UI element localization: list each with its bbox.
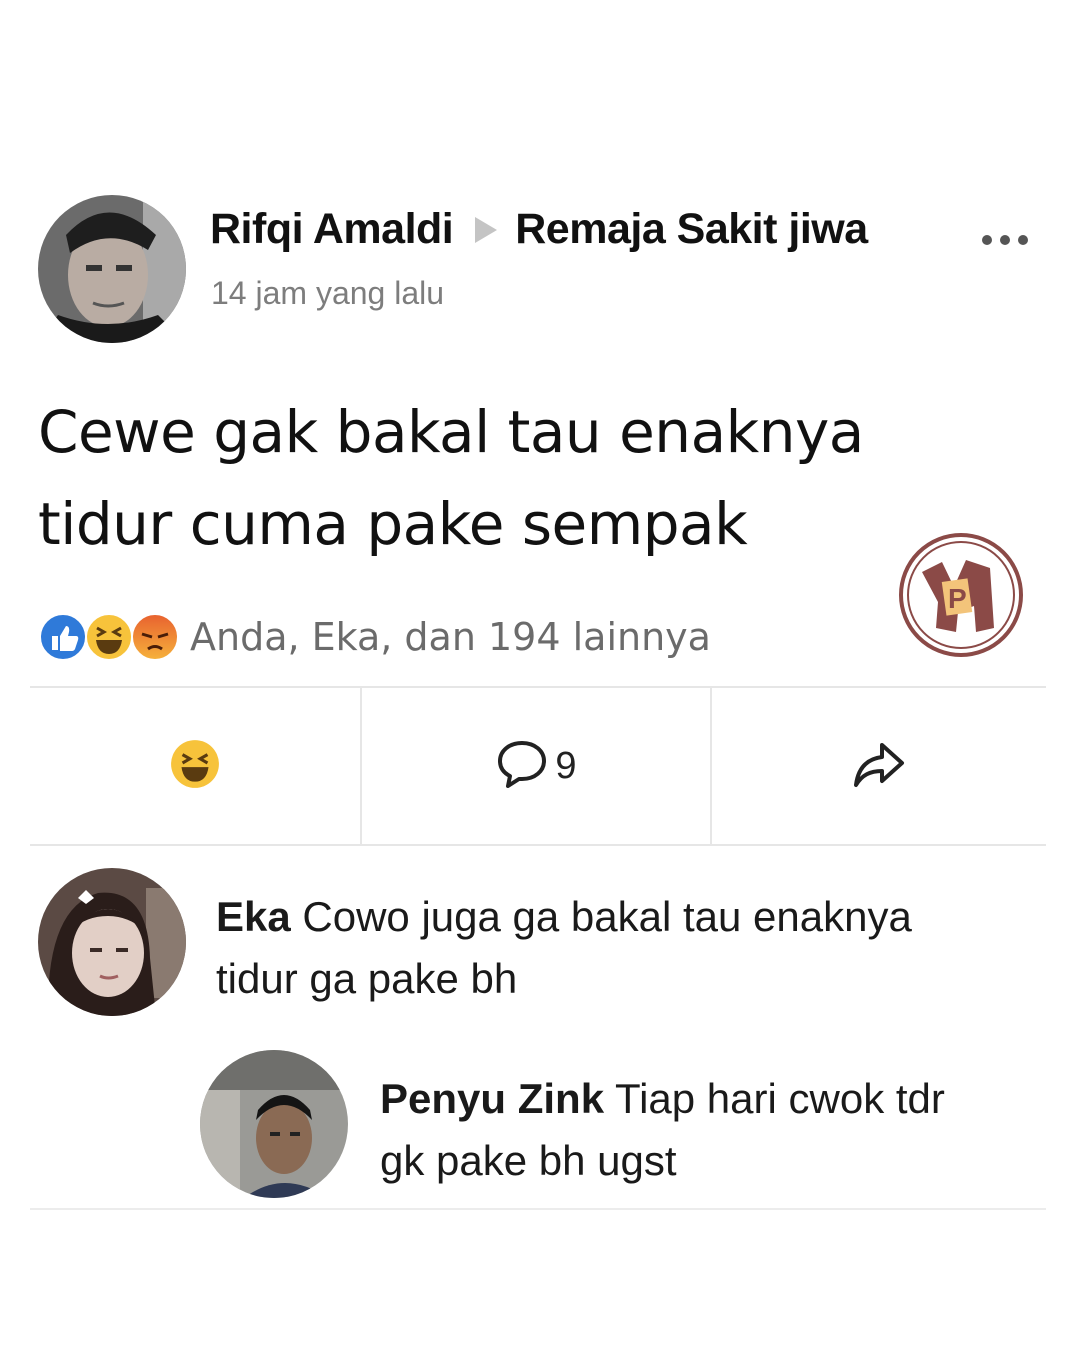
comment: Eka Cowo juga ga bakal tau enaknya tidur…: [38, 868, 1038, 1018]
haha-icon: [169, 738, 221, 794]
share-button[interactable]: [710, 688, 1046, 844]
like-icon: [38, 612, 88, 662]
comment-icon: [495, 737, 549, 795]
comment-text: Tiap hari cwok tdr: [614, 1075, 945, 1122]
commenter-name[interactable]: Penyu Zink: [380, 1075, 604, 1122]
group-name[interactable]: Remaja Sakit jiwa: [515, 205, 868, 254]
watermark-logo: P: [898, 532, 1024, 658]
comment-text: tidur ga pake bh: [216, 955, 518, 1002]
commenter-avatar[interactable]: [38, 868, 186, 1016]
post-text-line: tidur cuma pake sempak: [38, 490, 748, 558]
commenter-avatar[interactable]: [200, 1050, 348, 1198]
comment-button[interactable]: 9: [360, 688, 710, 844]
reactions-summary[interactable]: Anda, Eka, dan 194 lainnya: [38, 612, 711, 662]
divider: [30, 1208, 1046, 1210]
more-options-icon[interactable]: [982, 235, 1028, 245]
comment-count: 9: [555, 744, 577, 787]
angry-icon: [130, 612, 180, 662]
post-header: Rifqi Amaldi Remaja Sakit jiwa 14 jam ya…: [38, 195, 1048, 345]
post-timestamp[interactable]: 14 jam yang lalu: [211, 275, 444, 312]
author-row: Rifqi Amaldi Remaja Sakit jiwa: [210, 205, 868, 254]
commenter-name[interactable]: Eka: [216, 893, 291, 940]
comment-text: Cowo juga ga bakal tau enaknya: [302, 893, 912, 940]
post-text: Cewe gak bakal tau enaknya tidur cuma pa…: [38, 386, 1018, 570]
comment-text: gk pake bh ugst: [380, 1137, 677, 1184]
reply-comment: Penyu Zink Tiap hari cwok tdr gk pake bh…: [200, 1050, 1040, 1200]
react-button[interactable]: [30, 688, 360, 844]
share-icon: [850, 735, 908, 797]
author-name[interactable]: Rifqi Amaldi: [210, 205, 454, 254]
haha-icon: [84, 612, 134, 662]
post-text-line: Cewe gak bakal tau enaknya: [38, 398, 864, 466]
reactions-text: Anda, Eka, dan 194 lainnya: [190, 615, 711, 659]
arrow-right-icon: [475, 216, 498, 243]
action-bar: 9: [30, 686, 1046, 846]
svg-text:P: P: [948, 583, 967, 614]
author-avatar[interactable]: [38, 195, 186, 343]
